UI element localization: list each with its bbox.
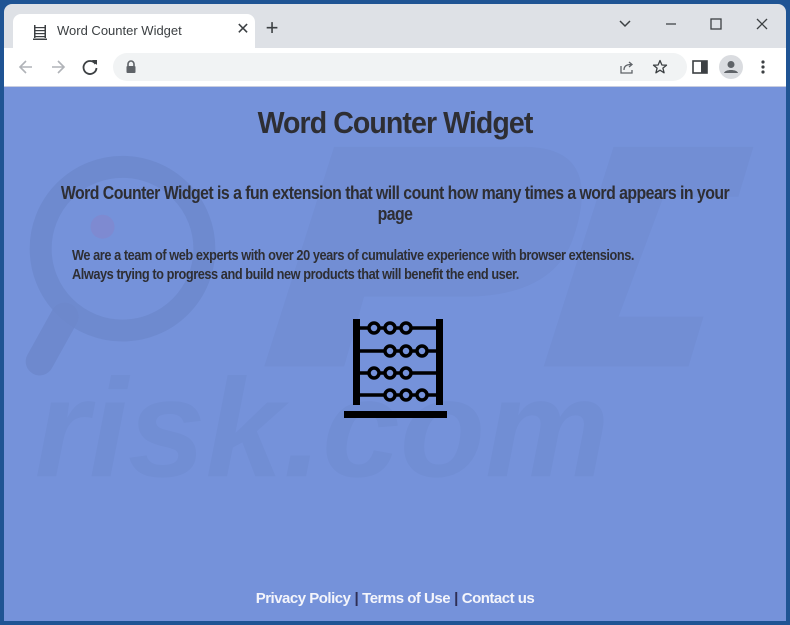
contact-us-link[interactable]: Contact us [462, 590, 535, 607]
description-line: We are a team of web experts with over 2… [72, 248, 635, 264]
reload-icon[interactable] [79, 56, 101, 78]
arrow-left-icon[interactable] [15, 56, 37, 78]
privacy-policy-link[interactable]: Privacy Policy [256, 590, 351, 607]
page-tagline: Word Counter Widget is a fun extension t… [60, 183, 730, 224]
tab-title: Word Counter Widget [57, 23, 182, 38]
description-line: Always trying to progress and build new … [72, 267, 519, 283]
person-icon [724, 61, 738, 73]
browser-tab[interactable]: Word Counter Widget ✕ [13, 14, 255, 50]
share-icon[interactable] [619, 59, 635, 75]
browser-window: Word Counter Widget ✕ + risk.com Word Co… [4, 4, 786, 621]
description: We are a team of web experts with over 2… [72, 247, 688, 285]
chevron-down-icon[interactable] [610, 12, 640, 36]
footer-separator: | [454, 590, 458, 607]
profile-icon[interactable] [719, 55, 743, 79]
abacus-icon [344, 319, 447, 418]
star-icon[interactable] [652, 59, 668, 75]
svg-text:risk.com: risk.com [35, 350, 610, 506]
address-bar[interactable] [113, 53, 687, 81]
plus-icon[interactable]: + [261, 17, 283, 40]
close-icon[interactable] [747, 12, 777, 36]
tab-strip: Word Counter Widget ✕ + [4, 4, 786, 50]
browser-toolbar [4, 48, 786, 86]
footer: Privacy Policy | Terms of Use | Contact us [4, 590, 786, 607]
page-content: risk.com Word Counter Widget Word Counte… [4, 86, 786, 621]
side-panel-icon[interactable] [690, 57, 710, 77]
lock-icon[interactable] [123, 59, 139, 75]
close-icon[interactable]: ✕ [233, 20, 253, 40]
terms-of-use-link[interactable]: Terms of Use [362, 590, 450, 607]
footer-separator: | [354, 590, 359, 607]
page-title: Word Counter Widget [257, 105, 534, 140]
abacus-icon [33, 25, 47, 40]
arrow-right-icon[interactable] [47, 56, 69, 78]
minimize-icon[interactable] [656, 12, 686, 36]
maximize-icon[interactable] [701, 12, 731, 36]
kebab-menu-icon[interactable] [753, 57, 773, 77]
